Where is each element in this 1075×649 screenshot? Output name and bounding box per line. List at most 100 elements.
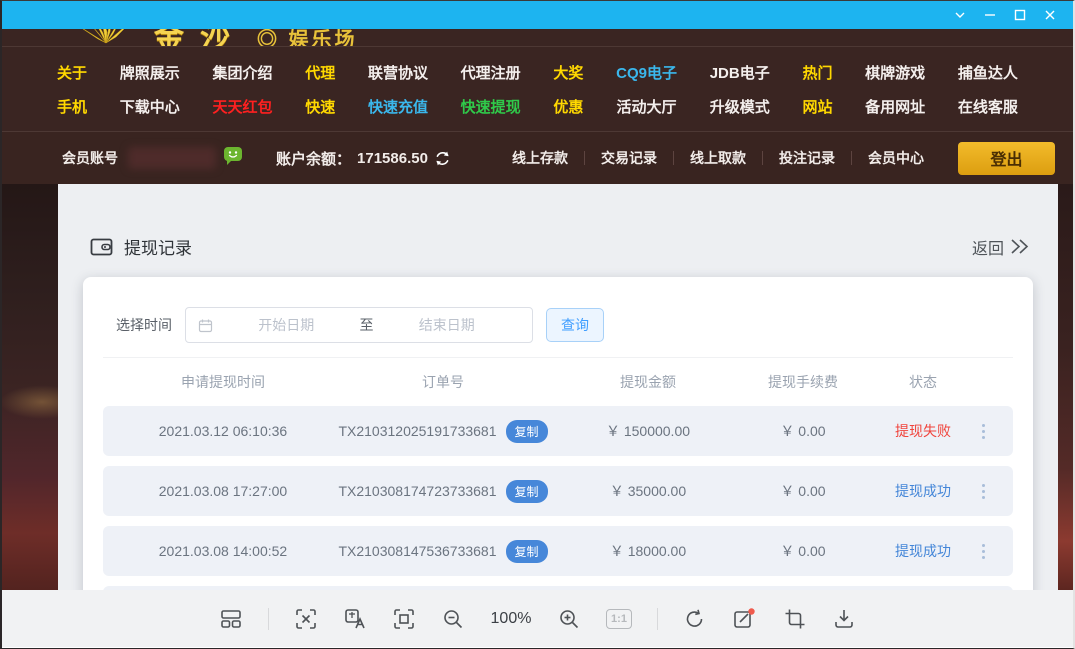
cell-fee: ￥ 0.00 (733, 421, 873, 441)
background-image-left (2, 184, 58, 590)
nav-item-website[interactable]: 网站 (802, 96, 832, 117)
nav-item-mobile[interactable]: 手机 (57, 96, 87, 117)
nav-item-fast[interactable]: 快速 (305, 96, 335, 117)
copy-button[interactable]: 复制 (506, 540, 548, 563)
zoom-out-icon[interactable] (441, 607, 465, 631)
nav-item-agent[interactable]: 代理 (305, 62, 335, 83)
nav-item-fast-withdraw[interactable]: 快速提现 (461, 96, 521, 117)
page-head: 提现记录 返回 (58, 184, 1058, 259)
nav-group: 关于 手机 (57, 62, 87, 117)
header-amount: 提现金额 (563, 372, 733, 392)
translate-icon[interactable] (343, 607, 367, 631)
row-menu-dots-icon[interactable] (982, 484, 985, 499)
edit-icon[interactable] (732, 607, 758, 631)
viewer-toolbar: 100% 1:1 (2, 590, 1073, 647)
nav-item-cq9[interactable]: CQ9电子 (616, 62, 677, 83)
nav-item-upgrade-mode[interactable]: 升级模式 (710, 96, 770, 117)
app-window: 金沙 ◎ 娱乐场 关于 手机 牌照展示 下载中心 集团介绍 天天红包 代理 快速… (0, 0, 1075, 649)
table-header: 申请提现时间 订单号 提现金额 提现手续费 状态 (103, 358, 1013, 406)
rotate-icon[interactable] (683, 607, 707, 631)
nav-item-board-games[interactable]: 棋牌游戏 (865, 62, 925, 83)
nav-item-fishing[interactable]: 捕鱼达人 (958, 62, 1018, 83)
back-label: 返回 (972, 235, 1004, 259)
nav-item-promo[interactable]: 优惠 (553, 96, 583, 117)
order-number: TX210312025191733681 (338, 423, 496, 439)
date-range-input[interactable]: 开始日期 至 结束日期 (185, 307, 533, 343)
header-fee: 提现手续费 (733, 372, 873, 392)
nav-item-joint-agreement[interactable]: 联营协议 (368, 62, 428, 83)
nav-item-backup-url[interactable]: 备用网址 (865, 96, 925, 117)
fit-screen-icon[interactable] (392, 607, 416, 631)
cell-order: TX210308174723733681 复制 (323, 480, 563, 503)
balance-label: 账户余额： (276, 148, 351, 169)
filter-row: 选择时间 开始日期 至 结束日期 查询 (103, 307, 1013, 343)
link-bet-records[interactable]: 投注记录 (763, 148, 851, 168)
nav-item-agent-register[interactable]: 代理注册 (461, 62, 521, 83)
logout-button[interactable]: 登出 (958, 142, 1055, 175)
close-icon[interactable] (1035, 3, 1065, 27)
query-button[interactable]: 查询 (546, 308, 604, 342)
nav-item-download-center[interactable]: 下载中心 (120, 96, 180, 117)
cell-time: 2021.03.12 06:10:36 (123, 423, 323, 439)
download-icon[interactable] (832, 607, 856, 631)
status-badge: 提现失败 (873, 421, 973, 441)
link-online-deposit[interactable]: 线上存款 (496, 148, 584, 168)
cell-order: TX210308147536733681 复制 (323, 540, 563, 563)
nav-item-license[interactable]: 牌照展示 (120, 62, 180, 83)
nav-item-jackpot[interactable]: 大奖 (553, 62, 583, 83)
double-chevron-right-icon (1010, 238, 1030, 255)
table-row: 2021.03.08 17:27:00 TX210308174723733681… (103, 466, 1013, 516)
ocr-icon[interactable] (294, 607, 318, 631)
end-date-placeholder[interactable]: 结束日期 (374, 315, 521, 335)
titlebar[interactable] (2, 1, 1073, 29)
main-area: 提现记录 返回 选择时间 (2, 184, 1073, 590)
logo-row: 金沙 ◎ 娱乐场 (2, 29, 1073, 47)
layout-icon[interactable] (219, 607, 243, 631)
nav-item-daily-redpacket[interactable]: 天天红包 (212, 96, 272, 117)
cell-amount: ￥ 18000.00 (563, 541, 733, 561)
link-member-center[interactable]: 会员中心 (852, 148, 940, 168)
logo-sunburst-icon (70, 29, 142, 47)
nav-item-activity-hall[interactable]: 活动大厅 (617, 96, 677, 117)
nav-group: 代理 快速 (305, 62, 335, 117)
nav-item-about[interactable]: 关于 (57, 62, 87, 83)
cell-amount: ￥ 150000.00 (563, 421, 733, 441)
chevron-down-icon[interactable] (945, 3, 975, 27)
nav-item-online-service[interactable]: 在线客服 (958, 96, 1018, 117)
minimize-icon[interactable] (975, 3, 1005, 27)
back-link[interactable]: 返回 (972, 235, 1030, 259)
refresh-balance-icon[interactable] (434, 150, 451, 167)
site-header: 金沙 ◎ 娱乐场 关于 手机 牌照展示 下载中心 集团介绍 天天红包 代理 快速… (2, 29, 1073, 132)
crop-icon[interactable] (783, 607, 807, 631)
nav-group: 热门 网站 (802, 62, 832, 117)
account-bar: 会员账号 账户余额： 171586.50 线上存款 (2, 132, 1073, 184)
date-to-label: 至 (360, 315, 374, 335)
copy-button[interactable]: 复制 (506, 480, 548, 503)
balance: 账户余额： 171586.50 (276, 148, 451, 169)
nav-item-fast-deposit[interactable]: 快速充值 (368, 96, 428, 117)
nav-item-hot[interactable]: 热门 (802, 62, 832, 83)
account-links: 线上存款 交易记录 线上取款 投注记录 会员中心 登出 (496, 142, 1055, 175)
cell-fee: ￥ 0.00 (733, 541, 873, 561)
actual-size-icon[interactable]: 1:1 (606, 609, 632, 629)
header-status: 状态 (873, 372, 973, 392)
nav-item-group-intro[interactable]: 集团介绍 (212, 62, 272, 83)
calendar-icon (198, 318, 213, 333)
balance-value: 171586.50 (357, 150, 428, 167)
row-menu-dots-icon[interactable] (982, 424, 985, 439)
zoom-in-icon[interactable] (557, 607, 581, 631)
start-date-placeholder[interactable]: 开始日期 (213, 315, 360, 335)
table-row: 2021.03.08 14:00:52 TX210308147536733681… (103, 526, 1013, 576)
wallet-icon (90, 237, 114, 257)
maximize-icon[interactable] (1005, 3, 1035, 27)
copy-button[interactable]: 复制 (506, 420, 548, 443)
header-time: 申请提现时间 (123, 372, 323, 392)
chat-icon[interactable] (222, 145, 244, 171)
row-menu-dots-icon[interactable] (982, 544, 985, 559)
link-transaction-records[interactable]: 交易记录 (585, 148, 673, 168)
link-online-withdraw[interactable]: 线上取款 (674, 148, 762, 168)
content-area: 提现记录 返回 选择时间 (58, 184, 1058, 590)
table-row: 2021.03.12 06:10:36 TX210312025191733681… (103, 406, 1013, 456)
logo-text: 金沙 (154, 29, 246, 47)
nav-item-jdb[interactable]: JDB电子 (710, 62, 770, 83)
